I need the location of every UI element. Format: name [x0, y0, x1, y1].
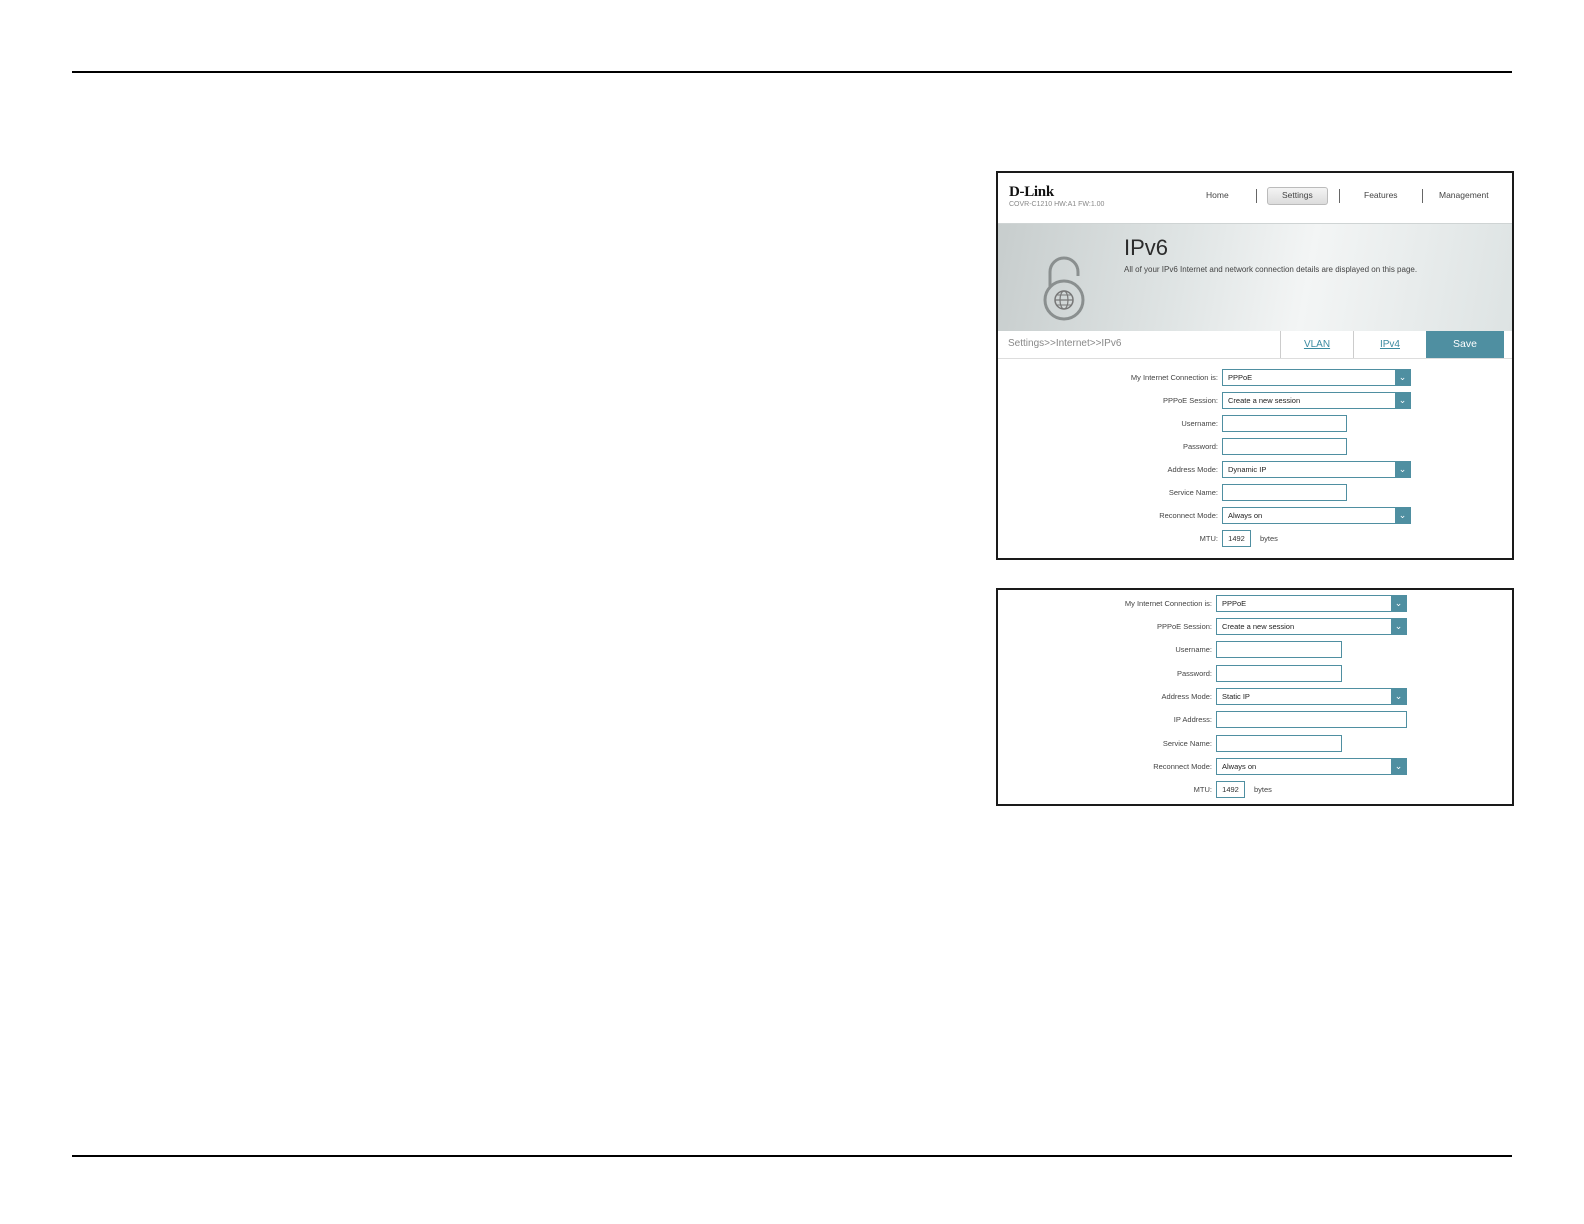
- reconnect-mode-value: Always on: [1228, 511, 1263, 520]
- nav-divider: [1256, 189, 1257, 203]
- reconnect-row-label: Reconnect Mode:: [998, 507, 1218, 525]
- chevron-down-icon: ⌄: [1391, 689, 1406, 704]
- ipv6-dynamic-screenshot: D-Link COVR-C1210 HW:A1 FW:1.00 Home Set…: [996, 171, 1514, 560]
- top-bar: D-Link COVR-C1210 HW:A1 FW:1.00 Home Set…: [998, 173, 1512, 223]
- reconnect-label: Reconnect Mode:: [1153, 762, 1212, 771]
- session-row-label: PPPoE Session:: [998, 618, 1212, 636]
- connection-type-value: PPPoE: [1228, 373, 1253, 382]
- connection-type-select[interactable]: PPPoE ⌄: [1216, 595, 1407, 612]
- username-label: Username:: [1175, 645, 1212, 654]
- mtu-unit: bytes: [1254, 785, 1272, 794]
- ipv6-static-screenshot: My Internet Connection is: PPPoE ⌄ PPPoE…: [996, 588, 1514, 806]
- reconnect-mode-select[interactable]: Always on ⌄: [1222, 507, 1411, 524]
- reconnect-row-label: Reconnect Mode:: [998, 758, 1212, 776]
- reconnect-label: Reconnect Mode:: [1159, 511, 1218, 520]
- service-name-input[interactable]: [1216, 735, 1342, 752]
- password-input[interactable]: [1222, 438, 1347, 455]
- mtu-label: MTU:: [1199, 534, 1218, 543]
- pppoe-session-value: Create a new session: [1222, 622, 1295, 631]
- mtu-label: MTU:: [1193, 785, 1212, 794]
- address-mode-row-label: Address Mode:: [998, 461, 1218, 479]
- address-mode-select[interactable]: Static IP ⌄: [1216, 688, 1407, 705]
- pppoe-session-select[interactable]: Create a new session ⌄: [1222, 392, 1411, 409]
- pppoe-session-value: Create a new session: [1228, 396, 1301, 405]
- service-name-label: Service Name:: [1168, 488, 1218, 497]
- nav-settings[interactable]: Settings: [1282, 190, 1313, 200]
- address-mode-value: Static IP: [1222, 692, 1250, 701]
- pppoe-session-select[interactable]: Create a new session ⌄: [1216, 618, 1407, 635]
- address-mode-label: Address Mode:: [1161, 692, 1212, 701]
- reconnect-mode-select[interactable]: Always on ⌄: [1216, 758, 1407, 775]
- service-name-row-label: Service Name:: [998, 735, 1212, 753]
- tab-ipv4[interactable]: IPv4: [1353, 331, 1426, 358]
- ip-address-row-label: IP Address:: [998, 711, 1212, 729]
- session-row-label: PPPoE Session:: [998, 392, 1218, 410]
- username-input[interactable]: [1222, 415, 1347, 432]
- top-rule: [72, 71, 1512, 73]
- nav-home[interactable]: Home: [1206, 190, 1229, 200]
- address-mode-label: Address Mode:: [1167, 465, 1218, 474]
- username-input[interactable]: [1216, 641, 1342, 658]
- chevron-down-icon: ⌄: [1395, 508, 1410, 523]
- session-label: PPPoE Session:: [1162, 396, 1218, 405]
- password-row-label: Password:: [998, 438, 1218, 456]
- connection-label: My Internet Connection is:: [1130, 373, 1218, 382]
- password-row-label: Password:: [998, 665, 1212, 683]
- username-row-label: Username:: [998, 415, 1218, 433]
- toolbar: Settings>>Internet>>IPv6 VLAN IPv4 Save: [998, 331, 1512, 359]
- password-label: Password:: [1182, 442, 1218, 451]
- dlink-logo: D-Link: [1009, 184, 1054, 200]
- ip-address-input[interactable]: [1216, 711, 1407, 728]
- address-mode-value: Dynamic IP: [1228, 465, 1267, 474]
- reconnect-mode-value: Always on: [1222, 762, 1257, 771]
- mtu-input[interactable]: 1492: [1216, 781, 1245, 798]
- nav-management[interactable]: Management: [1439, 190, 1489, 200]
- service-name-label: Service Name:: [1162, 739, 1212, 748]
- chevron-down-icon: ⌄: [1395, 462, 1410, 477]
- page-banner: IPv6 All of your IPv6 Internet and netwo…: [998, 223, 1512, 332]
- nav-features[interactable]: Features: [1364, 190, 1398, 200]
- nav-divider: [1422, 189, 1423, 203]
- chevron-down-icon: ⌄: [1391, 759, 1406, 774]
- connection-row-label: My Internet Connection is:: [998, 595, 1212, 613]
- globe-lock-icon: [1043, 256, 1085, 321]
- password-input[interactable]: [1216, 665, 1342, 682]
- chevron-down-icon: ⌄: [1395, 370, 1410, 385]
- password-label: Password:: [1176, 669, 1212, 678]
- nav-divider: [1339, 189, 1340, 203]
- mtu-row-label: MTU:: [998, 781, 1212, 799]
- address-mode-select[interactable]: Dynamic IP ⌄: [1222, 461, 1411, 478]
- page-description: All of your IPv6 Internet and network co…: [1124, 265, 1418, 274]
- mtu-input[interactable]: 1492: [1222, 530, 1251, 547]
- service-name-row-label: Service Name:: [998, 484, 1218, 502]
- username-row-label: Username:: [998, 641, 1212, 659]
- connection-row-label: My Internet Connection is:: [998, 369, 1218, 387]
- bottom-rule: [72, 1155, 1512, 1157]
- chevron-down-icon: ⌄: [1395, 393, 1410, 408]
- ip-address-label: IP Address:: [1173, 715, 1212, 724]
- mtu-unit: bytes: [1260, 534, 1278, 543]
- address-mode-row-label: Address Mode:: [998, 688, 1212, 706]
- session-label: PPPoE Session:: [1156, 622, 1212, 631]
- connection-type-value: PPPoE: [1222, 599, 1247, 608]
- chevron-down-icon: ⌄: [1391, 596, 1406, 611]
- chevron-down-icon: ⌄: [1391, 619, 1406, 634]
- connection-type-select[interactable]: PPPoE ⌄: [1222, 369, 1411, 386]
- save-button[interactable]: Save: [1426, 331, 1504, 358]
- username-label: Username:: [1181, 419, 1218, 428]
- connection-label: My Internet Connection is:: [1124, 599, 1212, 608]
- service-name-input[interactable]: [1222, 484, 1347, 501]
- model-info: COVR-C1210 HW:A1 FW:1.00: [1009, 201, 1105, 208]
- mtu-row-label: MTU:: [998, 530, 1218, 548]
- tab-vlan[interactable]: VLAN: [1280, 331, 1353, 358]
- breadcrumb: Settings>>Internet>>IPv6: [1008, 338, 1122, 349]
- page-title: IPv6: [1124, 235, 1169, 260]
